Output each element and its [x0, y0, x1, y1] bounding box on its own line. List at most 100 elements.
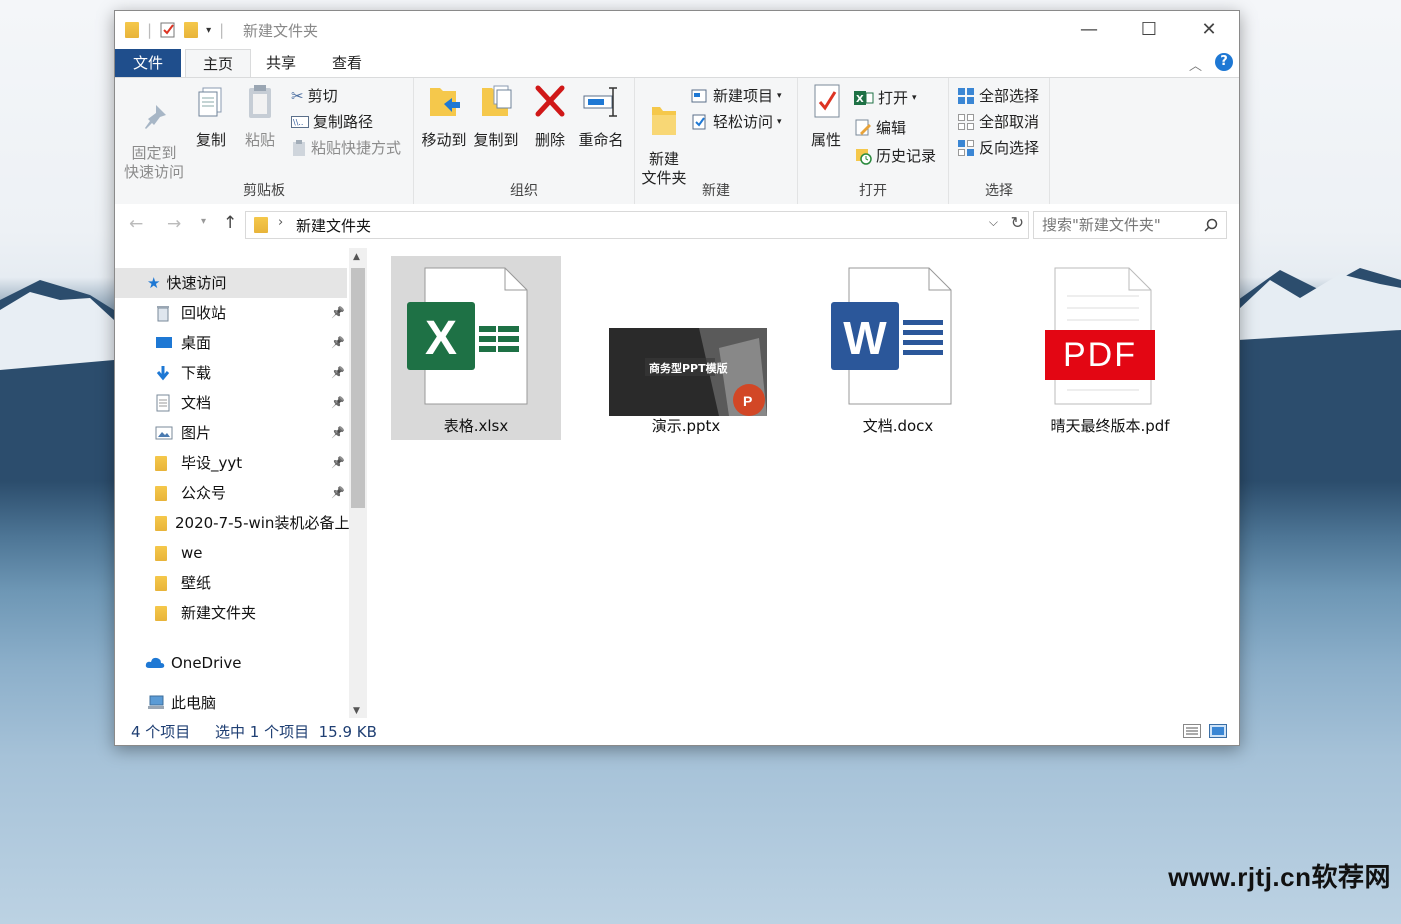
delete-button[interactable]: 删除 [530, 82, 570, 150]
nav-item[interactable]: 毕设_yyt 📌 [115, 448, 349, 478]
nav-item[interactable]: 文档 📌 [115, 388, 349, 418]
nav-onedrive[interactable]: OneDrive [115, 648, 381, 678]
cut-button[interactable]: ✂ 剪切 [291, 84, 338, 108]
up-arrow-icon[interactable]: ↑ [223, 213, 237, 233]
easy-access-button[interactable]: 轻松访问 ▾ [691, 110, 782, 134]
address-dropdown-icon[interactable]: ⌵ [989, 215, 998, 230]
nav-item-label: we [181, 544, 203, 562]
forward-arrow-icon[interactable]: → [167, 214, 181, 234]
paste-shortcut-button[interactable]: 粘贴快捷方式 [291, 136, 401, 160]
file-item-ppt[interactable]: P 商务型PPT模版 演示.pptx [601, 256, 771, 440]
nav-item[interactable]: we [115, 538, 349, 568]
details-view-icon[interactable] [1183, 724, 1201, 738]
nav-item-label: 回收站 [181, 304, 227, 322]
nav-item[interactable]: 图片 📌 [115, 418, 349, 448]
nav-quick-access[interactable]: ★ 快速访问 [115, 268, 347, 298]
separator: | [147, 21, 153, 39]
address-field[interactable]: › 新建文件夹 ⌵ ↻ [245, 211, 1029, 239]
file-list: X 表格.xlsx P 商务型PPT模版 演示.pptx W 文档.docx P… [369, 248, 1237, 718]
help-icon[interactable]: ? [1215, 53, 1233, 71]
folder-icon [155, 515, 167, 531]
chevron-down-icon: ▾ [777, 91, 782, 101]
properties-check-icon[interactable] [160, 22, 176, 38]
new-item-label: 新建项目 [713, 87, 774, 105]
title-bar: | ▾ | 新建文件夹 — ☐ ✕ [115, 11, 1239, 49]
documents-icon [155, 394, 173, 412]
search-input[interactable]: 搜索"新建文件夹" [1033, 211, 1227, 239]
file-name: 晴天最终版本.pdf [1050, 417, 1170, 435]
pictures-icon [155, 426, 173, 440]
file-name: 文档.docx [862, 417, 934, 435]
search-icon [1204, 218, 1218, 232]
scroll-down-icon[interactable]: ▼ [353, 706, 360, 716]
close-button[interactable]: ✕ [1179, 11, 1239, 49]
watermark-text: www.rjtj.cn软荐网 [1168, 862, 1391, 892]
nav-item-label: 文档 [181, 394, 212, 412]
folder-icon [155, 485, 173, 501]
file-item-excel[interactable]: X 表格.xlsx [391, 256, 561, 440]
customize-dropdown-icon[interactable]: ▾ [206, 25, 211, 36]
nav-item[interactable]: 壁纸 [115, 568, 349, 598]
breadcrumb-current[interactable]: 新建文件夹 [296, 215, 371, 236]
paste-button[interactable]: 粘贴 [237, 82, 283, 150]
nav-quick-access-label: 快速访问 [166, 274, 227, 292]
large-icons-view-icon[interactable] [1209, 724, 1227, 738]
history-button[interactable]: 历史记录 [854, 144, 936, 168]
scrollbar-thumb[interactable] [351, 268, 365, 508]
edit-label: 编辑 [876, 119, 907, 137]
maximize-button[interactable]: ☐ [1119, 11, 1179, 49]
new-folder-icon[interactable] [184, 22, 199, 38]
properties-button[interactable]: 属性 [804, 82, 848, 150]
copy-path-button[interactable]: \\.. 复制路径 [291, 110, 373, 134]
open-button[interactable]: X 打开 ▾ [854, 86, 917, 110]
organize-group: 移动到 复制到 删除 重命名 组织 [414, 78, 635, 204]
tab-view[interactable]: 查看 [317, 49, 377, 77]
selection-info: 选中 1 个项目 15.9 KB [215, 723, 377, 741]
refresh-icon[interactable]: ↻ [1011, 213, 1024, 232]
back-arrow-icon[interactable]: ← [129, 214, 143, 234]
select-all-label: 全部选择 [979, 87, 1040, 105]
pin-icon: 📌 [331, 396, 345, 409]
nav-item[interactable]: 公众号 📌 [115, 478, 349, 508]
paste-shortcut-label: 粘贴快捷方式 [311, 139, 402, 157]
edit-button[interactable]: 编辑 [854, 116, 906, 140]
ribbon: 固定到 快速访问 复制 粘贴 ✂ 剪切 \\.. 复制路径 粘贴快捷方式 剪贴板… [115, 77, 1239, 205]
tab-file[interactable]: 文件 [115, 49, 181, 77]
nav-item[interactable]: 下载 📌 [115, 358, 349, 388]
open-label: 打开 [878, 89, 909, 107]
scroll-up-icon[interactable]: ▲ [353, 252, 360, 262]
collapse-ribbon-icon[interactable]: ︿ [1189, 55, 1202, 74]
status-bar: 4 个项目 选中 1 个项目 15.9 KB [115, 718, 1239, 744]
history-icon [856, 149, 872, 165]
easy-access-label: 轻松访问 [713, 113, 774, 131]
tab-home[interactable]: 主页 [185, 49, 251, 79]
breadcrumb-chevron-icon[interactable]: › [278, 215, 283, 230]
explorer-window: | ▾ | 新建文件夹 — ☐ ✕ 文件 主页 共享 查看 ︿ ? 固定到 快速… [114, 10, 1240, 746]
properties-label: 属性 [810, 131, 841, 149]
rename-button[interactable]: 重命名 [576, 82, 626, 150]
file-item-pdf[interactable]: PDF 晴天最终版本.pdf [1025, 256, 1195, 440]
nav-item[interactable]: 回收站 📌 [115, 298, 349, 328]
select-all-button[interactable]: 全部选择 [957, 84, 1039, 108]
move-to-button[interactable]: 移动到 [418, 82, 470, 150]
desktop-icon [155, 336, 173, 350]
new-item-button[interactable]: 新建项目 ▾ [691, 84, 782, 108]
select-none-button[interactable]: 全部取消 [957, 110, 1039, 134]
file-item-word[interactable]: W 文档.docx [813, 256, 983, 440]
window-title: 新建文件夹 [243, 22, 319, 40]
nav-this-pc[interactable]: 此电脑 [115, 688, 383, 718]
nav-item[interactable]: 2020-7-5-win装机必备上 [115, 508, 349, 538]
invert-selection-button[interactable]: 反向选择 [957, 136, 1039, 160]
nav-scrollbar[interactable]: ▲ ▼ [349, 248, 367, 718]
minimize-button[interactable]: — [1059, 11, 1119, 49]
recent-locations-icon[interactable]: ▾ [201, 216, 206, 227]
copy-button[interactable]: 复制 [189, 82, 233, 150]
nav-item[interactable]: 桌面 📌 [115, 328, 349, 358]
file-name: 表格.xlsx [443, 417, 509, 435]
copy-to-button[interactable]: 复制到 [470, 82, 522, 150]
tab-share[interactable]: 共享 [253, 49, 309, 77]
pin-icon: 📌 [331, 306, 345, 319]
nav-item[interactable]: 新建文件夹 [115, 598, 349, 628]
pdf-badge-text: PDF [1063, 336, 1137, 374]
ppt-thumbnail-title: 商务型PPT模版 [649, 362, 728, 375]
